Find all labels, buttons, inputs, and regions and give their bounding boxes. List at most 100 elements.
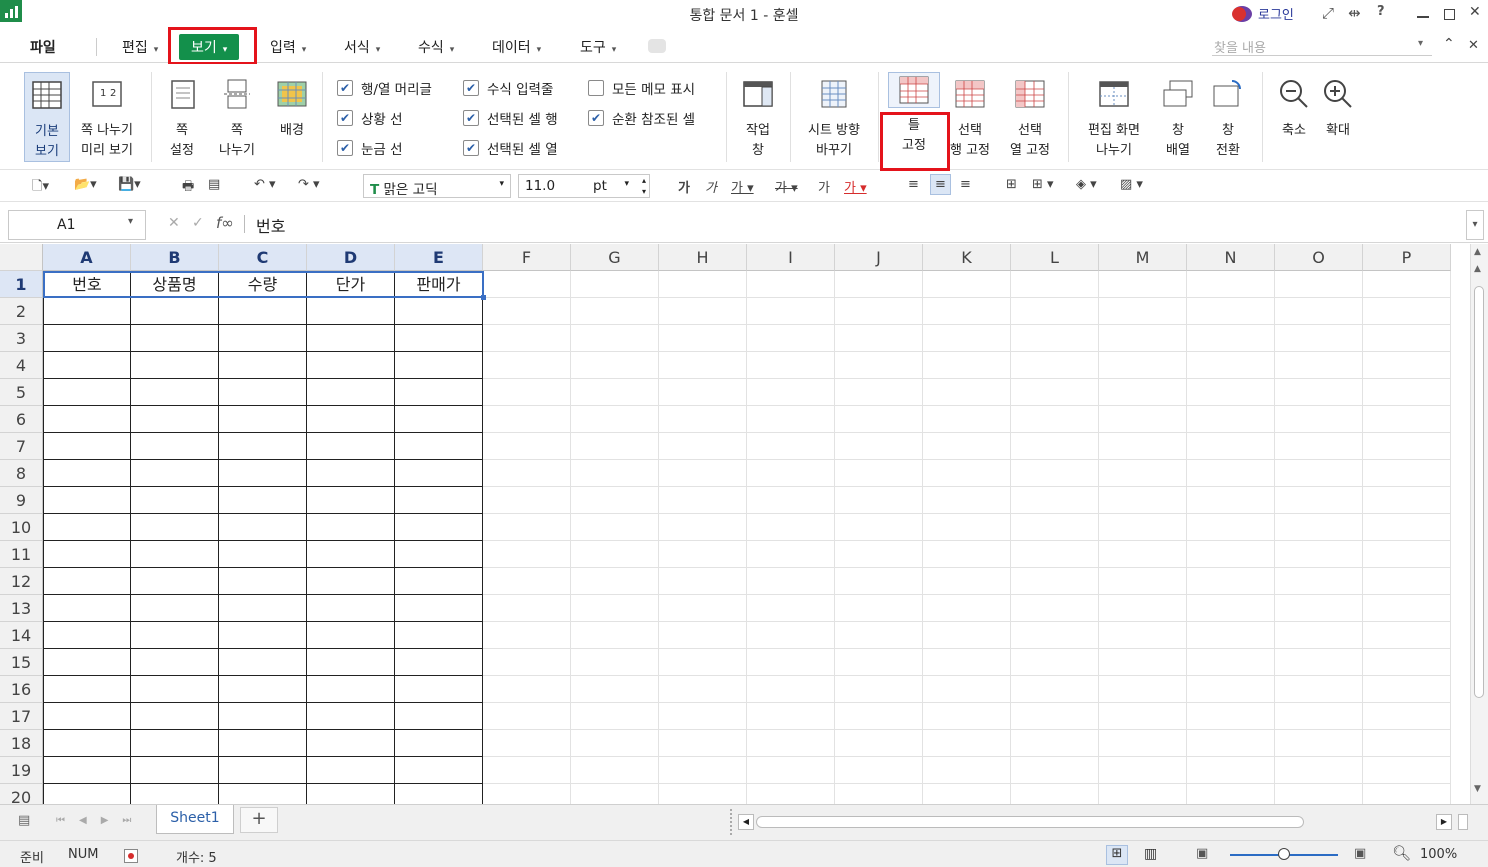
- normal-view-icon[interactable]: ⊞: [1106, 845, 1128, 865]
- column-header[interactable]: C: [219, 244, 307, 271]
- row-header[interactable]: 1: [0, 271, 43, 298]
- cell[interactable]: [131, 703, 219, 730]
- cell[interactable]: [395, 730, 483, 757]
- cell[interactable]: [1275, 325, 1363, 352]
- column-header[interactable]: N: [1187, 244, 1275, 271]
- cell[interactable]: [1099, 649, 1187, 676]
- cell[interactable]: [659, 325, 747, 352]
- cell[interactable]: [483, 271, 571, 298]
- menu-view[interactable]: 보기 ▾: [179, 34, 240, 60]
- cell[interactable]: [571, 649, 659, 676]
- cell[interactable]: [1275, 460, 1363, 487]
- cell[interactable]: [219, 703, 307, 730]
- cell[interactable]: [307, 406, 395, 433]
- cell[interactable]: [219, 298, 307, 325]
- cell[interactable]: [1187, 352, 1275, 379]
- cell[interactable]: [1275, 487, 1363, 514]
- cell[interactable]: [835, 379, 923, 406]
- scroll-end-icon[interactable]: [1458, 814, 1468, 830]
- row-header[interactable]: 19: [0, 757, 43, 784]
- row-header[interactable]: 3: [0, 325, 43, 352]
- cell[interactable]: [219, 784, 307, 804]
- fill-color-icon[interactable]: ◈ ▾: [1076, 177, 1097, 192]
- cell[interactable]: [395, 460, 483, 487]
- cell[interactable]: [307, 541, 395, 568]
- open-icon[interactable]: 📂▾: [74, 177, 97, 192]
- align-right-icon[interactable]: ≡: [960, 177, 971, 192]
- cell[interactable]: [43, 568, 131, 595]
- cell[interactable]: [219, 595, 307, 622]
- menu-data[interactable]: 데이터 ▾: [492, 37, 541, 57]
- cell[interactable]: [1187, 757, 1275, 784]
- cell[interactable]: [1275, 757, 1363, 784]
- cell[interactable]: [1187, 514, 1275, 541]
- pattern-icon[interactable]: ▨ ▾: [1120, 177, 1143, 192]
- cell[interactable]: [835, 325, 923, 352]
- cell[interactable]: [923, 514, 1011, 541]
- cell[interactable]: [923, 352, 1011, 379]
- cell[interactable]: [571, 595, 659, 622]
- cell[interactable]: [1187, 406, 1275, 433]
- cell[interactable]: [1363, 514, 1451, 541]
- zoom-slider-handle[interactable]: [1278, 848, 1290, 860]
- cell[interactable]: [659, 595, 747, 622]
- switch-window-button[interactable]: 창 전환: [1206, 78, 1250, 161]
- cell[interactable]: [1011, 541, 1099, 568]
- row-header[interactable]: 13: [0, 595, 43, 622]
- cell[interactable]: [747, 298, 835, 325]
- cell[interactable]: [43, 676, 131, 703]
- cell[interactable]: [1187, 730, 1275, 757]
- cell[interactable]: [395, 649, 483, 676]
- cell[interactable]: [747, 622, 835, 649]
- vertical-scrollbar[interactable]: ▲ ▲ ▼: [1470, 244, 1488, 804]
- cell[interactable]: [835, 730, 923, 757]
- cell[interactable]: [1099, 541, 1187, 568]
- cell[interactable]: [923, 676, 1011, 703]
- cell[interactable]: [835, 757, 923, 784]
- checkbox-show-comments[interactable]: 모든 메모 표시: [588, 78, 695, 98]
- cell[interactable]: [131, 460, 219, 487]
- header-cell[interactable]: 상품명: [131, 271, 219, 298]
- strikethrough-icon[interactable]: 가 ▾: [775, 177, 798, 196]
- zoom-plus-icon[interactable]: ▣: [1354, 846, 1366, 861]
- column-header[interactable]: H: [659, 244, 747, 271]
- cell[interactable]: [1187, 595, 1275, 622]
- cell[interactable]: [1363, 406, 1451, 433]
- cell[interactable]: [483, 730, 571, 757]
- redo-icon[interactable]: ↷ ▾: [298, 177, 320, 192]
- cell[interactable]: [659, 730, 747, 757]
- cell[interactable]: [835, 676, 923, 703]
- cell[interactable]: [43, 514, 131, 541]
- cell[interactable]: [1011, 271, 1099, 298]
- column-header[interactable]: E: [395, 244, 483, 271]
- header-cell[interactable]: 수량: [219, 271, 307, 298]
- cell[interactable]: [571, 352, 659, 379]
- cell[interactable]: [747, 379, 835, 406]
- new-document-icon[interactable]: 🗋▾: [32, 177, 49, 199]
- cell[interactable]: [219, 649, 307, 676]
- cell[interactable]: [659, 406, 747, 433]
- cell[interactable]: [1099, 703, 1187, 730]
- cell[interactable]: [747, 784, 835, 804]
- cell[interactable]: [659, 757, 747, 784]
- cell[interactable]: [835, 352, 923, 379]
- cell[interactable]: [923, 298, 1011, 325]
- freeze-panes-button[interactable]: 틀 고정: [888, 116, 940, 156]
- header-cell[interactable]: 번호: [43, 271, 131, 298]
- cell[interactable]: [1011, 757, 1099, 784]
- cell[interactable]: [1363, 325, 1451, 352]
- cell[interactable]: [219, 460, 307, 487]
- header-cell[interactable]: 단가: [307, 271, 395, 298]
- cell[interactable]: [1011, 379, 1099, 406]
- fullscreen-icon[interactable]: ⤢: [1322, 4, 1334, 22]
- align-center-icon[interactable]: ≡: [930, 174, 951, 195]
- cell[interactable]: [1099, 298, 1187, 325]
- cell[interactable]: [131, 676, 219, 703]
- freeze-icon-area[interactable]: [888, 72, 940, 108]
- cell[interactable]: [1363, 703, 1451, 730]
- checkbox-gridlines[interactable]: ✔ 눈금 선: [337, 138, 403, 158]
- cell[interactable]: [307, 757, 395, 784]
- scroll-top-icon[interactable]: ▲: [1474, 247, 1481, 257]
- cell[interactable]: [747, 325, 835, 352]
- task-pane-button[interactable]: 작업 창: [736, 78, 780, 161]
